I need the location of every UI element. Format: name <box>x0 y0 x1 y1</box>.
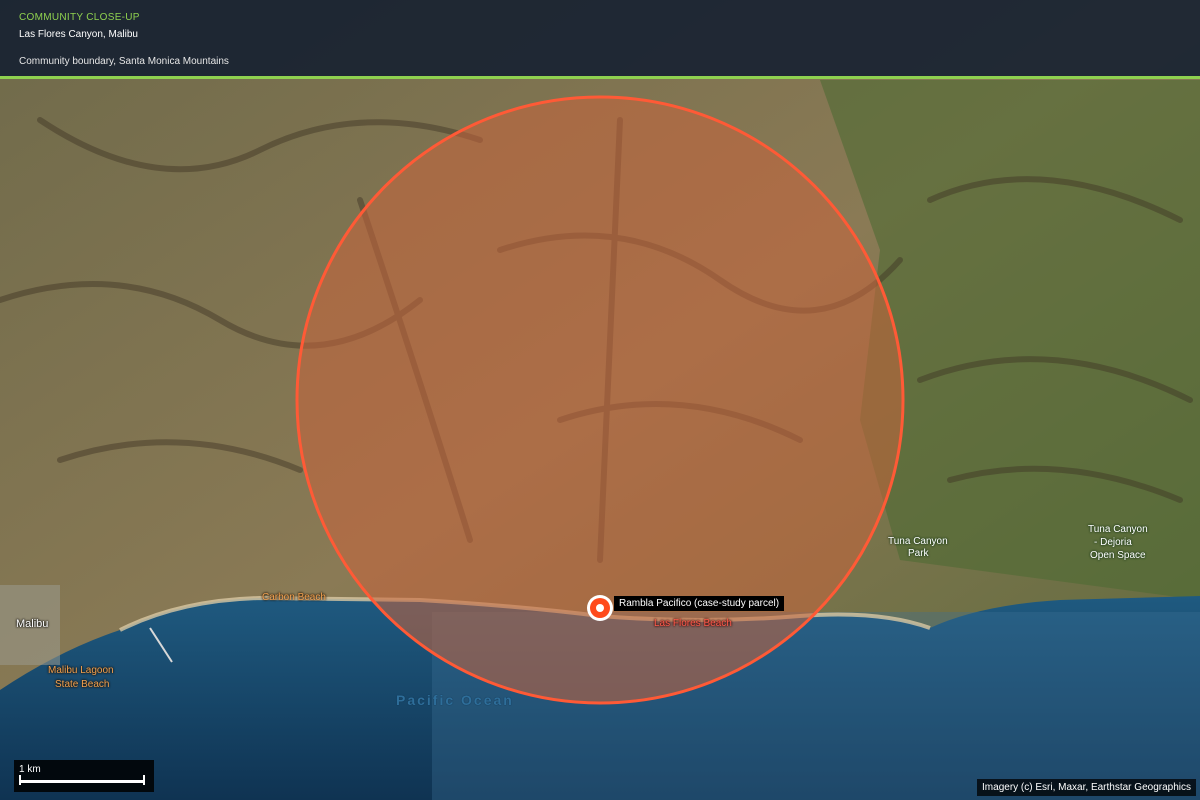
target-marker-icon[interactable] <box>587 595 613 621</box>
scale-line <box>19 775 145 785</box>
label-tuna-open-space-line1: Tuna Canyon <box>1088 524 1148 535</box>
label-tuna-canyon-park-line1: Tuna Canyon <box>888 536 948 547</box>
label-las-flores-beach: Las Flores Beach <box>654 618 732 629</box>
header-title: Las Flores Canyon, Malibu <box>19 29 138 40</box>
label-malibu-lagoon-line1: Malibu Lagoon <box>48 665 114 676</box>
label-tuna-open-space-line3: Open Space <box>1090 550 1146 561</box>
label-malibu: Malibu <box>16 618 49 630</box>
satellite-map[interactable] <box>0 0 1200 800</box>
label-tuna-open-space-line2: - Dejoria <box>1094 537 1132 548</box>
label-tuna-canyon-park-line2: Park <box>908 548 929 559</box>
imagery-attribution: Imagery (c) Esri, Maxar, Earthstar Geogr… <box>977 779 1196 796</box>
label-malibu-lagoon-line2: State Beach <box>55 679 110 690</box>
marker-label[interactable]: Rambla Pacifico (case-study parcel) <box>614 596 785 611</box>
scale-bar: 1 km <box>14 760 154 792</box>
label-carbon-beach: Carbon Beach <box>262 592 326 603</box>
map-header: COMMUNITY CLOSE-UP Las Flores Canyon, Ma… <box>0 0 1200 79</box>
header-kicker: COMMUNITY CLOSE-UP <box>19 12 140 23</box>
label-pacific-ocean: Pacific Ocean <box>396 692 514 708</box>
header-subtitle: Community boundary, Santa Monica Mountai… <box>19 56 229 67</box>
scale-label: 1 km <box>19 764 41 775</box>
